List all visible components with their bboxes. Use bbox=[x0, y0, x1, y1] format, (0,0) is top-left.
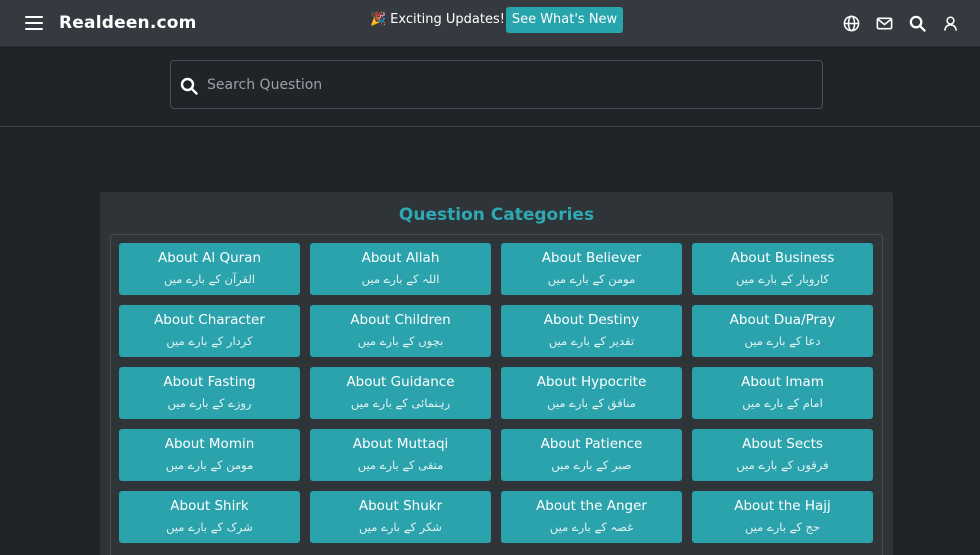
category-card[interactable]: About Momin مومن کے بارے میں bbox=[119, 429, 300, 481]
category-card[interactable]: About Fasting روزے کے بارے میں bbox=[119, 367, 300, 419]
category-card[interactable]: About the Hajj حج کے بارے میں bbox=[692, 491, 873, 543]
category-label: About Shukr bbox=[358, 498, 443, 514]
category-label-urdu: فرقوں کے بارے میں bbox=[736, 458, 829, 472]
category-card[interactable]: About Patience صبر کے بارے میں bbox=[501, 429, 682, 481]
category-card[interactable]: About the Anger غصہ کے بارے میں bbox=[501, 491, 682, 543]
category-card[interactable]: About Dua/Pray دعا کے بارے میں bbox=[692, 305, 873, 357]
category-label: About Momin bbox=[164, 436, 255, 452]
category-label: About Muttaqi bbox=[352, 436, 449, 452]
search-box[interactable] bbox=[170, 60, 823, 109]
categories-title: Question Categories bbox=[398, 205, 595, 225]
category-label-urdu: تقدیر کے بارے میں bbox=[548, 334, 635, 348]
category-card[interactable]: About Sects فرقوں کے بارے میں bbox=[692, 429, 873, 481]
categories-container: About Al Quran القرآن کے بارے میں About A… bbox=[110, 234, 883, 555]
search-icon[interactable] bbox=[908, 14, 927, 33]
category-label: About Sects bbox=[742, 436, 823, 452]
header-icon-group bbox=[842, 14, 960, 33]
search-icon bbox=[180, 77, 198, 95]
category-label: About Destiny bbox=[543, 312, 640, 328]
category-label: About Business bbox=[730, 250, 835, 266]
category-card[interactable]: About Destiny تقدیر کے بارے میں bbox=[501, 305, 682, 357]
category-label-urdu: دعا کے بارے میں bbox=[744, 334, 821, 348]
category-label: About Children bbox=[350, 312, 451, 328]
category-card[interactable]: About Allah اللہ کے بارے میں bbox=[310, 243, 491, 295]
category-label: About Hypocrite bbox=[536, 374, 647, 390]
updates-text: Exciting Updates! bbox=[390, 12, 505, 27]
category-label: About Patience bbox=[540, 436, 643, 452]
category-label: About Fasting bbox=[163, 374, 256, 390]
category-label-urdu: صبر کے بارے میں bbox=[551, 458, 632, 472]
category-card[interactable]: About Muttaqi متقی کے بارے میں bbox=[310, 429, 491, 481]
category-label-urdu: مومن کے بارے میں bbox=[165, 458, 254, 472]
category-label-urdu: روزے کے بارے میں bbox=[167, 396, 252, 410]
category-label-urdu: شرک کے بارے میں bbox=[166, 520, 253, 534]
category-label-urdu: منافق کے بارے میں bbox=[547, 396, 636, 410]
category-label-urdu: القرآن کے بارے میں bbox=[163, 272, 256, 286]
category-label: About Imam bbox=[741, 374, 824, 390]
category-label: About Believer bbox=[541, 250, 642, 266]
category-label-urdu: شکر کے بارے میں bbox=[359, 520, 442, 534]
category-card[interactable]: About Shirk شرک کے بارے میں bbox=[119, 491, 300, 543]
category-label: About Dua/Pray bbox=[729, 312, 836, 328]
search-input[interactable] bbox=[207, 73, 807, 97]
category-card[interactable]: About Hypocrite منافق کے بارے میں bbox=[501, 367, 682, 419]
category-label-urdu: متقی کے بارے میں bbox=[357, 458, 444, 472]
category-label-urdu: غصہ کے بارے میں bbox=[549, 520, 634, 534]
site-logo-link[interactable]: Realdeen.com bbox=[59, 13, 197, 33]
category-label: About Al Quran bbox=[157, 250, 262, 266]
category-label: About the Hajj bbox=[734, 498, 831, 514]
updates-announcement: 🎉 Exciting Updates! bbox=[370, 12, 505, 27]
party-popper-icon: 🎉 bbox=[370, 12, 387, 27]
category-label: About Shirk bbox=[170, 498, 249, 514]
user-icon[interactable] bbox=[941, 14, 960, 33]
hamburger-menu-icon[interactable] bbox=[25, 16, 43, 30]
category-label-urdu: حج کے بارے میں bbox=[744, 520, 821, 534]
mail-icon[interactable] bbox=[875, 14, 894, 33]
category-label-urdu: بچوں کے بارے میں bbox=[357, 334, 444, 348]
category-label: About Character bbox=[154, 312, 265, 328]
category-card[interactable]: About Shukr شکر کے بارے میں bbox=[310, 491, 491, 543]
category-label: About Guidance bbox=[346, 374, 455, 390]
category-card[interactable]: About Character کردار کے بارے میں bbox=[119, 305, 300, 357]
category-card[interactable]: About Al Quran القرآن کے بارے میں bbox=[119, 243, 300, 295]
category-card[interactable]: About Believer مومن کے بارے میں bbox=[501, 243, 682, 295]
category-label: About Allah bbox=[361, 250, 440, 266]
search-section bbox=[0, 48, 980, 127]
question-categories-panel: Question Categories About Al Quran القرآن… bbox=[100, 192, 893, 555]
category-card[interactable]: About Business کاروبار کے بارے میں bbox=[692, 243, 873, 295]
categories-grid: About Al Quran القرآن کے بارے میں About A… bbox=[119, 243, 873, 543]
category-card[interactable]: About Children بچوں کے بارے میں bbox=[310, 305, 491, 357]
category-label: About the Anger bbox=[536, 498, 647, 514]
category-label-urdu: اللہ کے بارے میں bbox=[361, 272, 440, 286]
category-label-urdu: کاروبار کے بارے میں bbox=[736, 272, 829, 286]
category-card[interactable]: About Guidance رہنمائی کے بارے میں bbox=[310, 367, 491, 419]
category-label-urdu: مومن کے بارے میں bbox=[547, 272, 636, 286]
top-navbar: Realdeen.com 🎉 Exciting Updates! See Wha… bbox=[0, 0, 980, 47]
category-card[interactable]: About Imam امام کے بارے میں bbox=[692, 367, 873, 419]
category-label-urdu: امام کے بارے میں bbox=[742, 396, 823, 410]
category-label-urdu: رہنمائی کے بارے میں bbox=[350, 396, 451, 410]
globe-icon[interactable] bbox=[842, 14, 861, 33]
see-whats-new-button[interactable]: See What's New bbox=[506, 7, 623, 33]
category-label-urdu: کردار کے بارے میں bbox=[166, 334, 253, 348]
